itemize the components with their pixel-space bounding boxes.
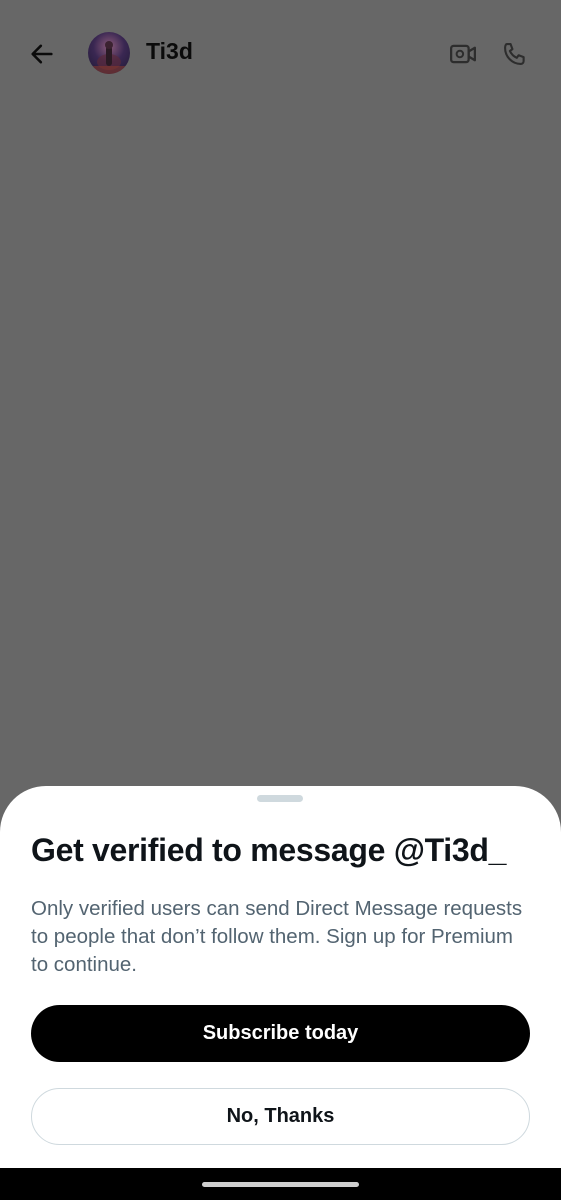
arrow-left-icon	[31, 44, 53, 64]
subscribe-button[interactable]: Subscribe today	[31, 1005, 530, 1062]
avatar[interactable]	[88, 32, 130, 74]
sheet-grab-handle[interactable]	[257, 795, 303, 802]
conversation-username[interactable]: Ti3d	[146, 38, 193, 65]
avatar-image	[88, 41, 130, 74]
home-gesture-handle[interactable]	[202, 1182, 359, 1187]
sheet-description: Only verified users can send Direct Mess…	[31, 897, 523, 976]
sheet-title: Get verified to message @Ti3d_	[31, 832, 507, 868]
video-call-icon	[450, 44, 476, 64]
conversation-header: Ti3d	[0, 0, 561, 108]
phone-call-button[interactable]	[497, 36, 533, 72]
system-navigation-bar	[0, 1168, 561, 1200]
no-thanks-button[interactable]: No, Thanks	[31, 1088, 530, 1145]
verification-bottom-sheet: Get verified to message @Ti3d_ Only veri…	[0, 786, 561, 1200]
back-button[interactable]	[22, 34, 62, 74]
phone-icon	[504, 43, 525, 65]
video-call-button[interactable]	[445, 36, 481, 72]
